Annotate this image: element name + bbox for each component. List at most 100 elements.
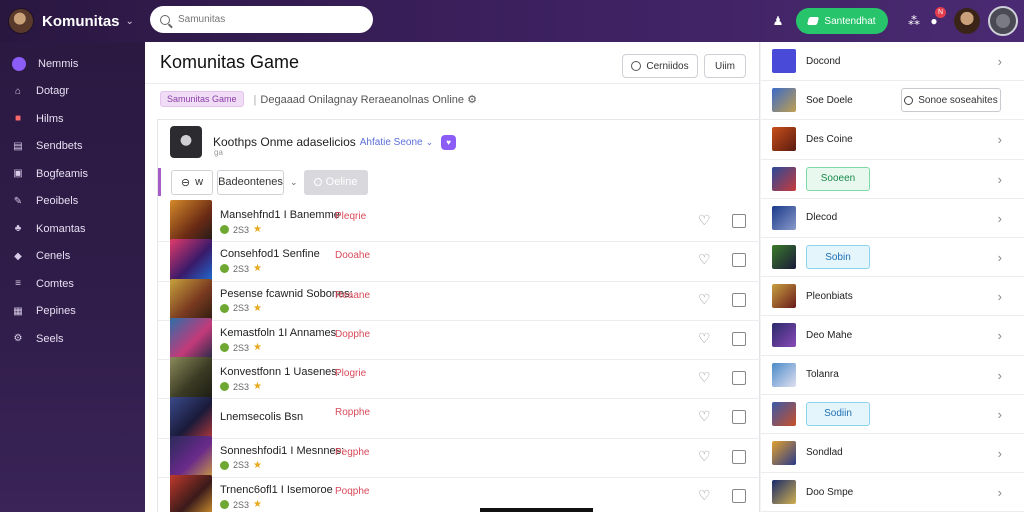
app-icon bbox=[772, 166, 796, 191]
right-list-item[interactable]: Tolanra › bbox=[761, 356, 1024, 395]
list-item[interactable]: Mansehfnd1 I Banemme 2S3 ★ Pleqrie ♡ bbox=[158, 200, 761, 245]
chevron-right-icon[interactable]: › bbox=[998, 211, 1002, 226]
sidebar-item-5[interactable]: ✎ Peoibels bbox=[0, 188, 145, 216]
settings-icon[interactable]: ⚙ bbox=[467, 94, 477, 106]
online-button[interactable]: Santendhat bbox=[796, 8, 888, 34]
group-avatar[interactable] bbox=[170, 126, 202, 158]
right-list-item[interactable]: Doo Smpe › bbox=[761, 473, 1024, 512]
star-icon: ★ bbox=[253, 381, 262, 393]
app-icon bbox=[772, 127, 796, 152]
row-checkbox[interactable] bbox=[732, 410, 746, 425]
chevron-right-icon[interactable]: › bbox=[998, 368, 1002, 383]
row-checkbox[interactable] bbox=[732, 253, 746, 268]
chevron-right-icon[interactable]: › bbox=[998, 132, 1002, 147]
friends-icon[interactable]: ⁂ bbox=[904, 11, 924, 31]
chevron-right-icon[interactable]: › bbox=[998, 250, 1002, 265]
sidebar-item-1[interactable]: ⌂ Dotagr bbox=[0, 78, 145, 106]
row-count: 2S3 bbox=[233, 460, 250, 471]
list-item[interactable]: Lnemsecolis Bsn Ropphe ♡ bbox=[158, 396, 761, 441]
heart-icon[interactable]: ♡ bbox=[698, 370, 712, 384]
row-checkbox[interactable] bbox=[732, 489, 746, 504]
right-item-button[interactable]: Sodiin bbox=[806, 401, 870, 426]
right-item-button-label: Sobin bbox=[825, 251, 851, 263]
disabled-button[interactable]: Oeline bbox=[303, 169, 368, 195]
heart-icon[interactable]: ♡ bbox=[698, 409, 712, 423]
group-name[interactable]: Koothps Onme adaselicios bbox=[213, 135, 356, 149]
filter-select[interactable]: Badeontenes bbox=[217, 169, 284, 195]
group-chip-icon[interactable]: ♥ bbox=[441, 134, 457, 150]
right-list-item[interactable]: Soe Doele Sonoe soseahites bbox=[761, 81, 1024, 121]
sidebar-item-7[interactable]: ◆ Cenels bbox=[0, 243, 145, 271]
category-tag[interactable]: Samunitas Game bbox=[160, 91, 244, 107]
row-checkbox[interactable] bbox=[732, 449, 746, 464]
chevron-right-icon[interactable]: › bbox=[998, 54, 1002, 69]
user-avatar[interactable] bbox=[954, 8, 980, 34]
heart-icon[interactable]: ♡ bbox=[698, 331, 712, 345]
right-list-item[interactable]: Deo Mahe › bbox=[761, 316, 1024, 356]
right-list-item[interactable]: Dlecod › bbox=[761, 199, 1024, 238]
user-icon[interactable]: ♟ bbox=[768, 11, 788, 31]
chevron-down-icon[interactable]: ⌄ bbox=[126, 16, 134, 27]
right-item-button[interactable]: Sobin bbox=[806, 245, 870, 270]
chevron-right-icon[interactable]: › bbox=[998, 289, 1002, 304]
heart-icon[interactable]: ♡ bbox=[698, 449, 712, 463]
heart-icon[interactable]: ♡ bbox=[698, 213, 712, 227]
right-list-item[interactable]: Sodiin › bbox=[761, 395, 1024, 434]
sidebar-item-9[interactable]: ▦ Pepines bbox=[0, 298, 145, 326]
profile-menu-avatar[interactable] bbox=[988, 6, 1018, 36]
right-list-item[interactable]: Sooeen › bbox=[761, 160, 1024, 199]
sidebar-item-0[interactable]: Nemmis bbox=[0, 50, 145, 78]
filter-toggle[interactable]: ⊖ w bbox=[171, 169, 213, 195]
search-bar[interactable] bbox=[150, 6, 373, 33]
sidebar-item-label: Peoibels bbox=[36, 195, 79, 208]
group-link[interactable]: Ahfatie Seone bbox=[360, 137, 423, 148]
notification-icon[interactable]: ● N bbox=[924, 7, 946, 31]
chevron-right-icon[interactable]: › bbox=[998, 446, 1002, 461]
chevron-right-icon[interactable]: › bbox=[998, 328, 1002, 343]
right-list-item[interactable]: Des Coine › bbox=[761, 120, 1024, 160]
right-list-item[interactable]: Docond › bbox=[761, 42, 1024, 82]
heart-icon[interactable]: ♡ bbox=[698, 252, 712, 266]
row-checkbox[interactable] bbox=[732, 292, 746, 307]
header-button-secondary[interactable]: Uiim bbox=[704, 54, 746, 78]
horizontal-scrollbar[interactable] bbox=[480, 508, 593, 512]
app-icon bbox=[772, 245, 796, 270]
top-bar: Komunitas ⌄ ♟ Santendhat ⁂ ● N bbox=[0, 0, 1024, 42]
right-item-button[interactable]: Sonoe soseahites bbox=[901, 88, 1001, 113]
circle-icon bbox=[631, 61, 642, 71]
sidebar-item-10[interactable]: ⚙ Seels bbox=[0, 325, 145, 353]
list-item[interactable]: Consehfod1 Senfine 2S3 ★ Dooahe ♡ bbox=[158, 239, 761, 284]
right-item-button[interactable]: Sooeen bbox=[806, 166, 870, 191]
right-item-label: Doo Smpe bbox=[806, 486, 854, 498]
row-checkbox[interactable] bbox=[732, 371, 746, 386]
right-list-item[interactable]: Sobin › bbox=[761, 238, 1024, 278]
online-status-icon bbox=[807, 17, 820, 25]
list-item[interactable]: Konvestfonn 1 Uasenes: 2S3 ★ Plogrie ♡ bbox=[158, 357, 761, 402]
sidebar-item-6[interactable]: ♣ Komantas bbox=[0, 215, 145, 243]
chevron-right-icon[interactable]: › bbox=[998, 485, 1002, 500]
chevron-down-icon[interactable]: ⌄ bbox=[426, 137, 434, 148]
controller-icon: ▣ bbox=[13, 168, 23, 180]
brand[interactable]: Komunitas ⌄ bbox=[0, 8, 145, 34]
subtitle: | Degaaad Onilagnay Reraeanolnas Online ⚙ bbox=[253, 93, 477, 106]
heart-icon[interactable]: ♡ bbox=[698, 488, 712, 502]
sidebar-item-2[interactable]: ■ Hilms bbox=[0, 105, 145, 133]
sidebar-item-3[interactable]: ▤ Sendbets bbox=[0, 133, 145, 161]
right-list-item[interactable]: Pleonbiats › bbox=[761, 277, 1024, 317]
list-item[interactable]: Pesense fcawnid Sobones: 2S3 ★ Reaane ♡ bbox=[158, 278, 761, 323]
sidebar-item-4[interactable]: ▣ Bogfeamis bbox=[0, 160, 145, 188]
grid-icon: ▦ bbox=[13, 305, 23, 317]
list-item[interactable]: Kemastfoln 1I Annames 2S3 ★ Dopphe ♡ bbox=[158, 318, 761, 363]
list-item[interactable]: Trnenc6ofl1 I Isemoroe 2S3 ★ Poqphe ♡ bbox=[158, 475, 761, 512]
row-checkbox[interactable] bbox=[732, 214, 746, 228]
row-checkbox[interactable] bbox=[732, 331, 746, 346]
chevron-down-icon[interactable]: ⌄ bbox=[290, 177, 298, 188]
right-list-item[interactable]: Sondlad › bbox=[761, 434, 1024, 474]
search-input[interactable] bbox=[178, 14, 358, 25]
sidebar-item-8[interactable]: ≡ Comtes bbox=[0, 270, 145, 298]
chevron-right-icon[interactable]: › bbox=[998, 407, 1002, 422]
header-button-primary[interactable]: Cerniidos bbox=[622, 54, 698, 78]
chevron-right-icon[interactable]: › bbox=[998, 172, 1002, 187]
list-item[interactable]: Sonneshfodi1 I Mesnnes: 2S3 ★ Pegphe ♡ bbox=[158, 435, 761, 480]
heart-icon[interactable]: ♡ bbox=[698, 292, 712, 306]
